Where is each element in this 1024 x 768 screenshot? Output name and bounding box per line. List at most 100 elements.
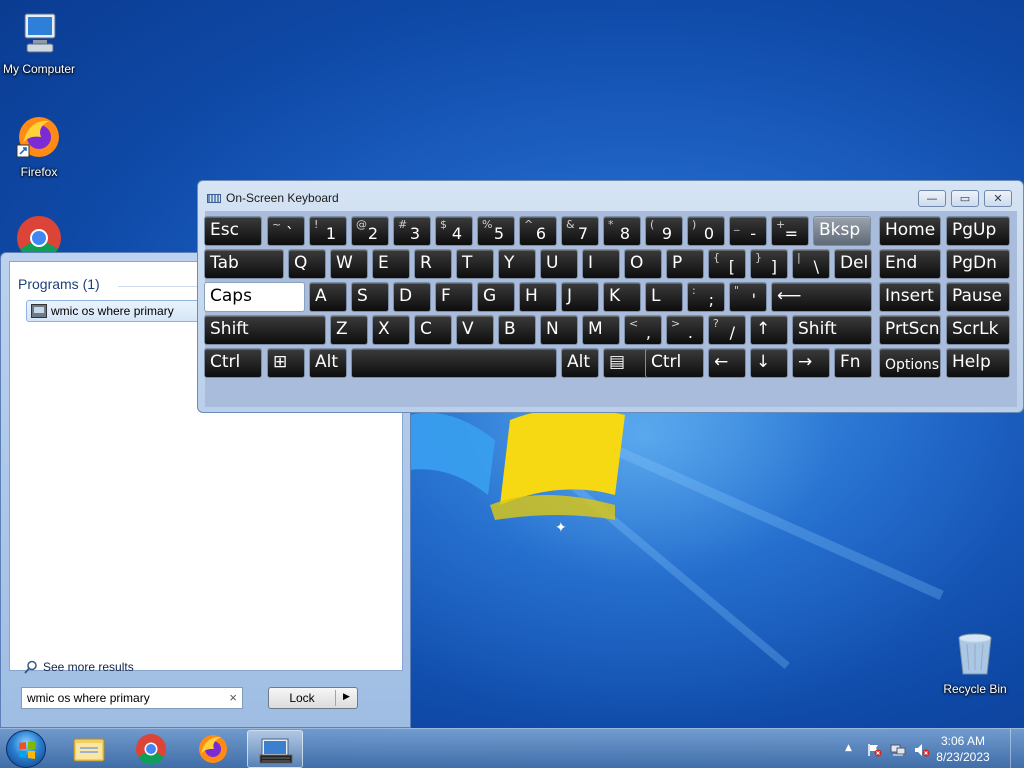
key-fn[interactable]: Fn [834, 348, 872, 378]
key-insert[interactable]: Insert [879, 282, 941, 312]
key-w[interactable]: W [330, 249, 368, 279]
key-bksp[interactable]: Bksp [813, 216, 871, 246]
key-pause[interactable]: Pause [946, 282, 1010, 312]
key-5[interactable]: % 5 [477, 216, 515, 246]
taskbar-on-screen-keyboard-button[interactable] [247, 730, 303, 768]
key-label: N [546, 319, 559, 339]
lock-button[interactable]: Lock ▶ [268, 687, 358, 709]
key-e[interactable]: E [372, 249, 410, 279]
key-i[interactable]: I [582, 249, 620, 279]
key-↑[interactable]: ↑ [750, 315, 788, 345]
key-/[interactable]: ? / [708, 315, 746, 345]
key-y[interactable]: Y [498, 249, 536, 279]
key-8[interactable]: * 8 [603, 216, 641, 246]
key-s[interactable]: S [351, 282, 389, 312]
key-caps[interactable]: Caps [204, 282, 305, 312]
key-f[interactable]: F [435, 282, 473, 312]
key-n[interactable]: N [540, 315, 578, 345]
key-b[interactable]: B [498, 315, 536, 345]
show-hidden-icons-arrow[interactable]: ▲ [845, 743, 861, 757]
key-x[interactable]: X [372, 315, 410, 345]
restore-button[interactable]: ▭ [951, 190, 979, 207]
key-;[interactable]: :; [687, 282, 725, 312]
key-↓[interactable]: ↓ [750, 348, 788, 378]
program-result-item[interactable]: wmic os where primary [26, 300, 206, 322]
key-del[interactable]: Del [834, 249, 872, 279]
start-search-input[interactable]: wmic os where primary × [21, 687, 243, 709]
key-][interactable]: }] [750, 249, 788, 279]
key-shift-symbol: { [713, 251, 720, 264]
key-help[interactable]: Help [946, 348, 1010, 378]
close-button[interactable]: ✕ [984, 190, 1012, 207]
key-.[interactable]: >. [666, 315, 704, 345]
key-6[interactable]: ^ 6 [519, 216, 557, 246]
key-esc[interactable]: Esc [204, 216, 262, 246]
key-shift[interactable]: Shift [204, 315, 326, 345]
see-more-results-link[interactable]: See more results [24, 660, 134, 674]
key-pgdn[interactable]: PgDn [946, 249, 1010, 279]
key-,[interactable]: <, [624, 315, 662, 345]
key-h[interactable]: H [519, 282, 557, 312]
key-3[interactable]: #3 [393, 216, 431, 246]
minimize-button[interactable]: — [918, 190, 946, 207]
key-pgup[interactable]: PgUp [946, 216, 1010, 246]
key-m[interactable]: M [582, 315, 620, 345]
key-→[interactable]: → [792, 348, 830, 378]
key-`[interactable]: ~ ` [267, 216, 305, 246]
power-options-arrow-icon[interactable]: ▶ [343, 691, 350, 702]
key-ctrl[interactable]: Ctrl [645, 348, 704, 378]
key-alt[interactable]: Alt [309, 348, 347, 378]
key-p[interactable]: P [666, 249, 704, 279]
key-o[interactable]: O [624, 249, 662, 279]
key-k[interactable]: K [603, 282, 641, 312]
key-0[interactable]: ) 0 [687, 216, 725, 246]
key-scrlk[interactable]: ScrLk [946, 315, 1010, 345]
clear-search-icon[interactable]: × [229, 690, 237, 705]
key-j[interactable]: J [561, 282, 599, 312]
desktop-icon-recycle-bin[interactable]: Recycle Bin [933, 630, 1017, 696]
network-icon[interactable] [890, 742, 906, 756]
key-r[interactable]: R [414, 249, 452, 279]
key-alt[interactable]: Alt [561, 348, 599, 378]
key-'[interactable]: " ' [729, 282, 767, 312]
key-ctrl[interactable]: Ctrl [204, 348, 262, 378]
key-v[interactable]: V [456, 315, 494, 345]
action-center-flag-icon[interactable] [866, 742, 882, 757]
taskbar-chrome-button[interactable] [123, 730, 179, 768]
key-4[interactable]: $4 [435, 216, 473, 246]
key-l[interactable]: L [645, 282, 683, 312]
key-2[interactable]: @2 [351, 216, 389, 246]
desktop-icon-my-computer[interactable]: My Computer [0, 10, 81, 76]
key-options[interactable]: Options [879, 348, 941, 378]
key-t[interactable]: T [456, 249, 494, 279]
key-⊞[interactable]: ⊞ [267, 348, 305, 378]
key-=[interactable]: + = [771, 216, 809, 246]
key-space[interactable] [351, 348, 557, 378]
key-q[interactable]: Q [288, 249, 326, 279]
key-9[interactable]: (9 [645, 216, 683, 246]
key-home[interactable]: Home [879, 216, 941, 246]
key-←[interactable]: ← [708, 348, 746, 378]
show-desktop-button[interactable] [1010, 729, 1024, 768]
key-⟵[interactable]: ⟵ [771, 282, 872, 312]
key-tab[interactable]: Tab [204, 249, 284, 279]
taskbar-firefox-button[interactable] [185, 730, 241, 768]
key-z[interactable]: Z [330, 315, 368, 345]
taskbar-explorer-button[interactable] [61, 730, 117, 768]
start-button[interactable] [6, 730, 46, 768]
key-u[interactable]: U [540, 249, 578, 279]
key-prtscn[interactable]: PrtScn [879, 315, 941, 345]
key-d[interactable]: D [393, 282, 431, 312]
key-\[interactable]: | \ [792, 249, 830, 279]
key-g[interactable]: G [477, 282, 515, 312]
key-a[interactable]: A [309, 282, 347, 312]
key-[[interactable]: {[ [708, 249, 746, 279]
key-end[interactable]: End [879, 249, 941, 279]
key-shift[interactable]: Shift [792, 315, 872, 345]
desktop-icon-firefox[interactable]: Firefox [0, 113, 81, 179]
key-7[interactable]: & 7 [561, 216, 599, 246]
key-1[interactable]: ! 1 [309, 216, 347, 246]
key-c[interactable]: C [414, 315, 452, 345]
key--[interactable]: _ - [729, 216, 767, 246]
system-clock[interactable]: 3:06 AM 8/23/2023 [928, 733, 998, 765]
